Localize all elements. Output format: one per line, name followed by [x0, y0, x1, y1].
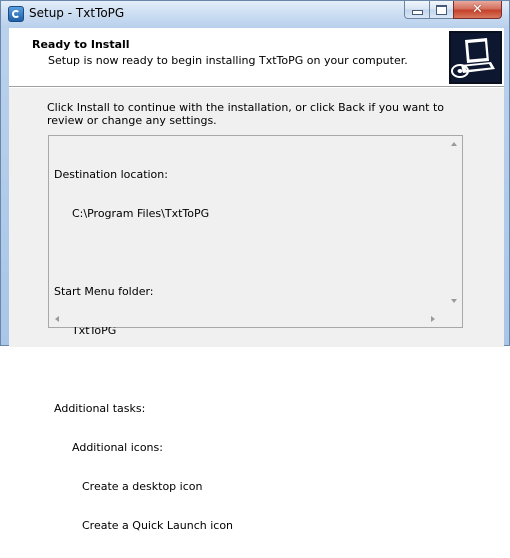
minimize-button[interactable]	[404, 1, 430, 19]
setup-app-icon[interactable]	[8, 6, 24, 22]
maximize-button[interactable]	[429, 1, 454, 19]
vertical-scrollbar[interactable]	[447, 136, 462, 311]
setup-window: Setup - TxtToPG ✕ Ready to Install Setup…	[0, 0, 510, 532]
instruction-text: Click Install to continue with the insta…	[47, 101, 445, 127]
destination-label: Destination location:	[54, 168, 168, 181]
scroll-down-icon[interactable]	[451, 299, 457, 303]
title-bar[interactable]: Setup - TxtToPG ✕	[1, 1, 509, 28]
task-desktop-icon: Create a desktop icon	[82, 480, 203, 493]
scroll-up-icon[interactable]	[451, 142, 457, 146]
icons-label: Additional icons:	[72, 441, 163, 454]
page-title: Ready to Install	[32, 38, 130, 51]
scroll-right-icon[interactable]	[431, 316, 435, 322]
computer-install-icon	[449, 31, 502, 84]
tasks-label: Additional tasks:	[54, 402, 146, 415]
destination-value: C:\Program Files\TxtToPG	[72, 207, 210, 220]
wizard-header: Ready to Install Setup is now ready to b…	[9, 28, 504, 86]
task-quick-launch-icon: Create a Quick Launch icon	[82, 519, 234, 532]
window-title: Setup - TxtToPG	[29, 6, 125, 20]
scroll-left-icon[interactable]	[55, 316, 59, 322]
close-icon: ✕	[472, 2, 483, 17]
summary-content: Destination location: C:\Program Files\T…	[54, 142, 233, 558]
maximize-icon	[436, 4, 447, 15]
minimize-icon	[411, 10, 423, 15]
page-subtitle: Setup is now ready to begin installing T…	[48, 54, 408, 67]
install-summary-memo[interactable]: Destination location: C:\Program Files\T…	[48, 135, 463, 532]
start-menu-label: Start Menu folder:	[54, 285, 154, 298]
horizontal-scrollbar[interactable]	[49, 311, 447, 327]
close-button[interactable]: ✕	[453, 1, 502, 19]
wizard-body: Click Install to continue with the insta…	[9, 88, 504, 532]
